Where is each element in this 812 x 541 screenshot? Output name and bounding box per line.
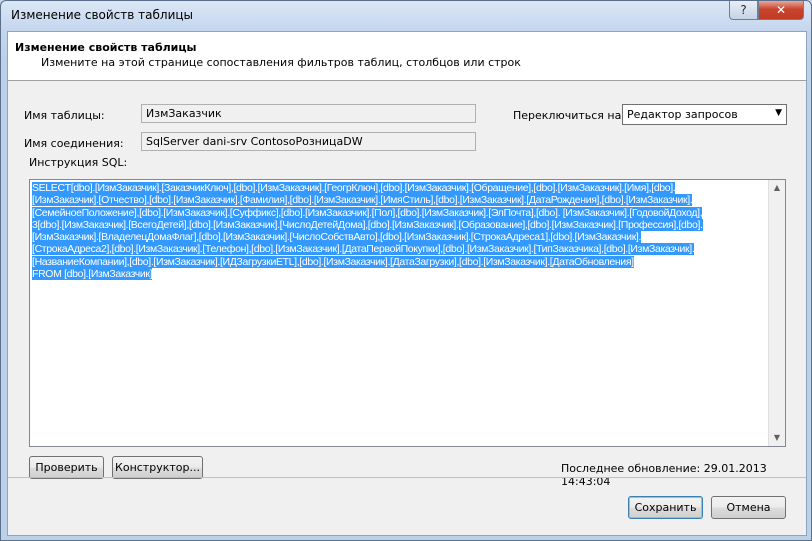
last-updated-status: Последнее обновление: 29.01.2013 14:43:0… <box>561 462 767 488</box>
table-name-field: ИзмЗаказчик <box>141 104 476 123</box>
sql-text[interactable]: SELECT[dbo].[ИзмЗаказчик].[ЗаказчикКлюч]… <box>32 182 770 281</box>
sql-line: [СемейноеПоложение],[dbo].[ИзмЗаказчик].… <box>32 206 703 219</box>
vertical-scrollbar[interactable]: ▲ ▼ <box>768 180 785 446</box>
divider <box>8 477 806 478</box>
help-button[interactable]: ? <box>729 1 758 20</box>
validate-button[interactable]: Проверить <box>29 456 104 479</box>
sql-line: 3[dbo].[ИзмЗаказчик].[ВсегоДетей],[dbo].… <box>32 218 703 231</box>
close-button[interactable]: ✕ <box>758 1 804 20</box>
dialog-body: Изменение свойств таблицы Измените на эт… <box>7 31 807 536</box>
chevron-down-icon: ▼ <box>775 108 782 118</box>
connection-field: SqlServer dani-srv ContosoРозницаDW <box>141 132 476 151</box>
window-title: Изменение свойств таблицы <box>11 8 194 22</box>
page-title: Изменение свойств таблицы <box>15 41 197 54</box>
dialog-window: Изменение свойств таблицы ? ✕ Изменение … <box>0 0 812 541</box>
sql-line: [ИзмЗаказчик].[ВладелецДомаФлаг],[dbo].[… <box>32 231 642 244</box>
title-bar[interactable]: Изменение свойств таблицы ? ✕ <box>1 1 811 31</box>
table-name-label: Имя таблицы: <box>24 109 105 122</box>
switch-mode-select[interactable]: Редактор запросов ▼ <box>622 104 787 125</box>
designer-button[interactable]: Конструктор... <box>112 456 203 479</box>
switch-label: Переключиться на: <box>513 109 626 122</box>
connection-label: Имя соединения: <box>24 137 124 150</box>
header-band: Изменение свойств таблицы Измените на эт… <box>8 32 806 81</box>
sql-line: [НазваниеКомпании],[dbo].[ИзмЗаказчик].[… <box>32 255 634 268</box>
close-icon: ✕ <box>775 3 787 17</box>
sql-line: FROM [dbo].[ИзмЗаказчик] <box>32 268 153 281</box>
save-button[interactable]: Сохранить <box>628 496 703 519</box>
scroll-down-icon[interactable]: ▼ <box>769 430 785 446</box>
cancel-button[interactable]: Отмена <box>711 496 786 519</box>
sql-line: SELECT[dbo].[ИзмЗаказчик].[ЗаказчикКлюч]… <box>32 182 676 194</box>
sql-line: [СтрокаАдреса2],[dbo].[ИзмЗаказчик].[Тел… <box>32 243 695 256</box>
switch-mode-value: Редактор запросов <box>627 108 738 121</box>
sql-statement-editor[interactable]: SELECT[dbo].[ИзмЗаказчик].[ЗаказчикКлюч]… <box>29 179 786 447</box>
page-subtitle: Измените на этой странице сопоставления … <box>41 56 521 69</box>
sql-line: [ИзмЗаказчик].[Отчество],[dbo].[ИзмЗаказ… <box>32 194 693 207</box>
sql-label: Инструкция SQL: <box>29 156 128 169</box>
scroll-up-icon[interactable]: ▲ <box>769 180 785 196</box>
